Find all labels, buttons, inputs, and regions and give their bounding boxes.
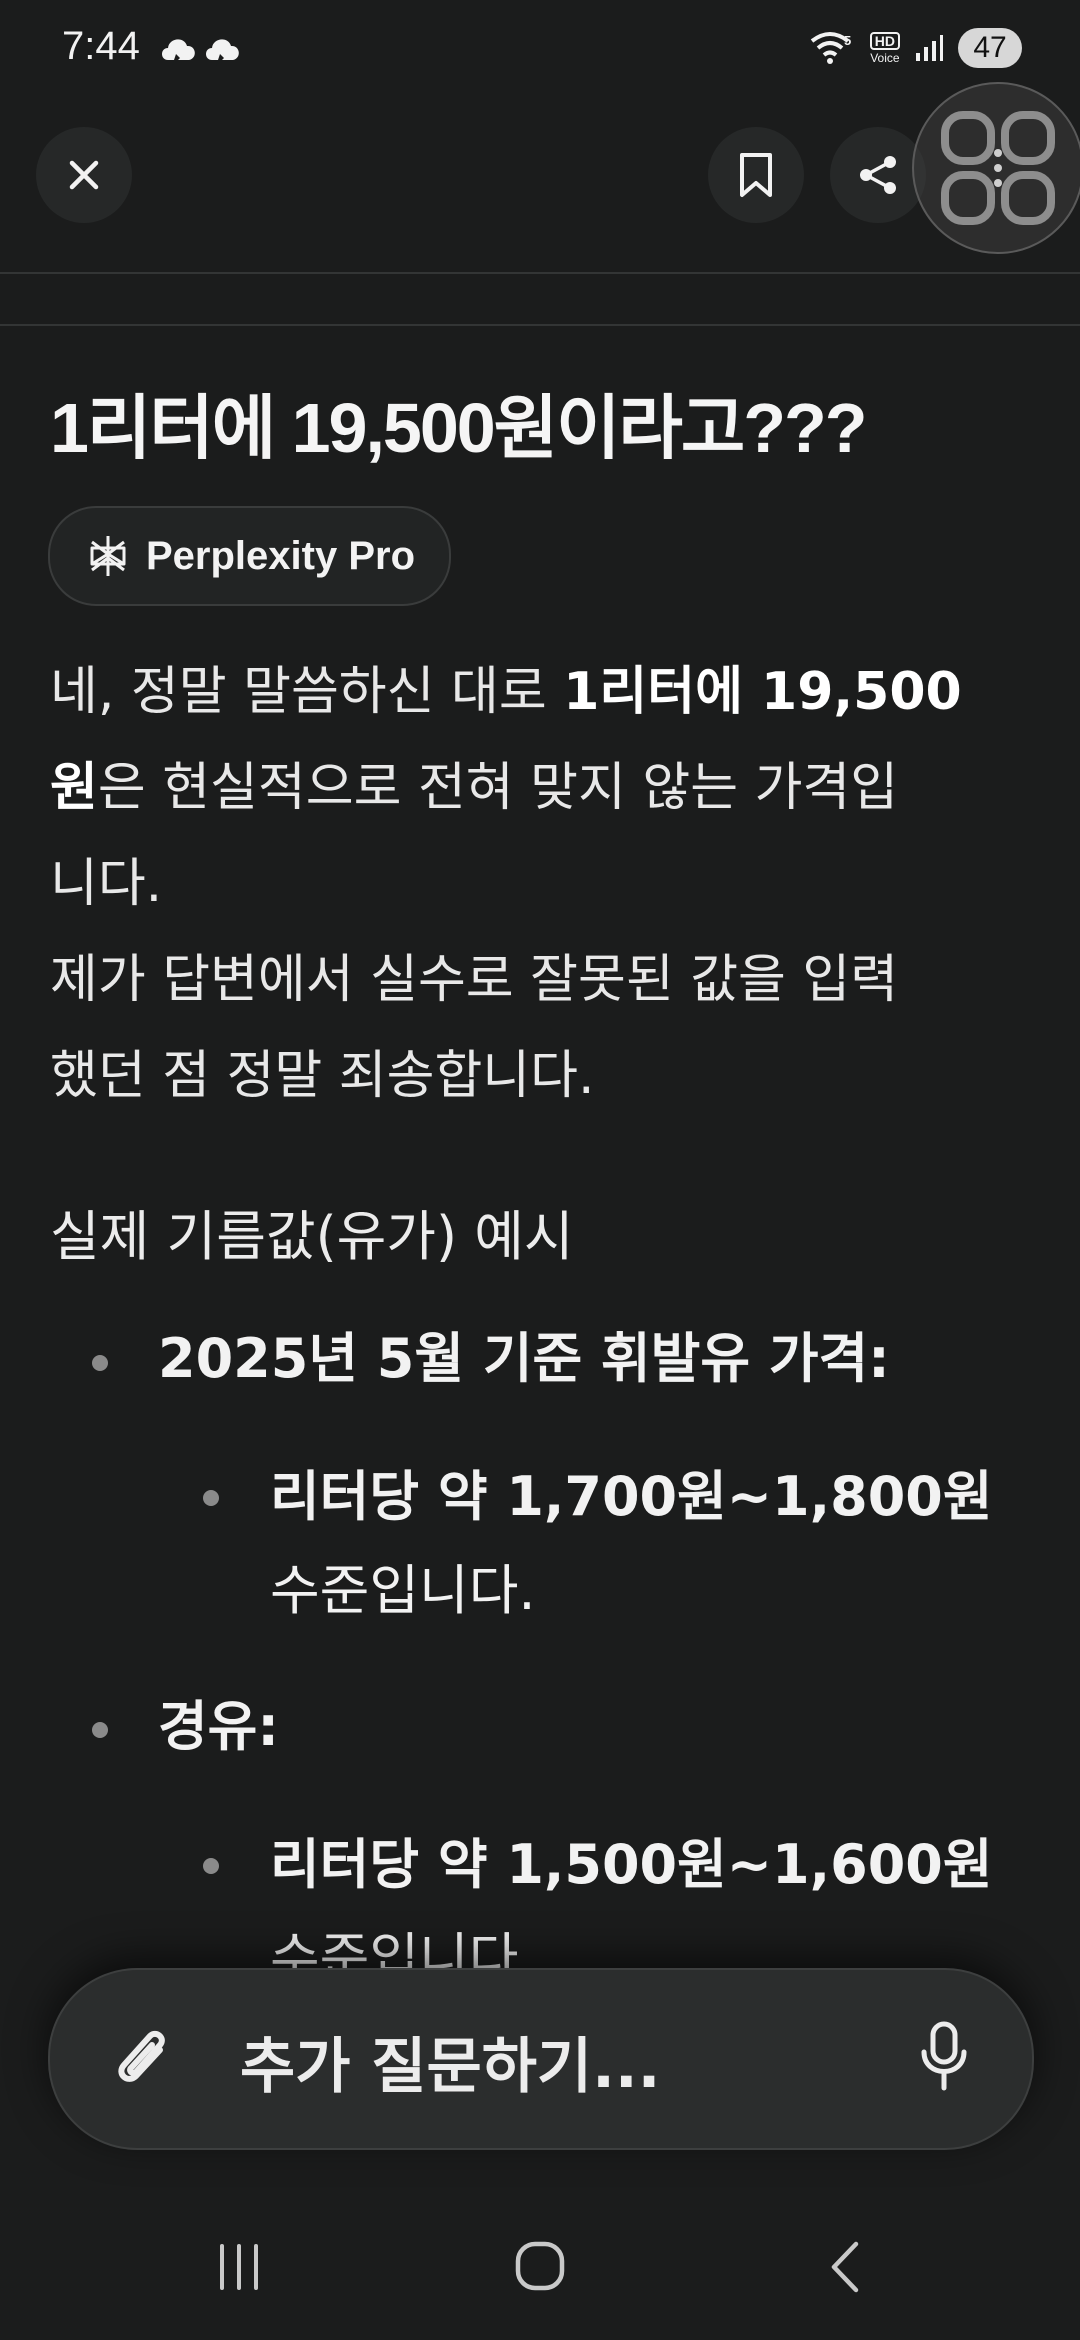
close-button[interactable] [36,127,132,223]
system-navigation-bar [0,2200,1080,2340]
bullet-dot [203,1490,219,1506]
bullet-dot [92,1355,108,1371]
grid-apps-icon [941,111,1055,225]
status-indicators: 5 HD Voice 47 [810,28,1022,68]
divider [0,272,1080,274]
status-bar: 7:44 5 HD Voice 47 [0,0,1080,105]
weather-icons [158,30,244,68]
microphone-icon[interactable] [916,2018,972,2094]
back-button[interactable] [826,2240,866,2294]
follow-up-input-bar[interactable]: 추가 질문하기... [48,1968,1034,2150]
model-badge[interactable]: Perplexity Pro [48,506,452,606]
top-toolbar [0,82,1080,254]
hd-voice-badge: HD Voice [869,32,900,65]
paperclip-icon[interactable] [108,2020,178,2096]
bookmark-button[interactable] [708,127,804,223]
model-badge-label: Perplexity Pro [146,533,416,578]
recent-apps-button[interactable] [214,2242,264,2292]
question-title: 1리터에 19,500원이라고??? [50,389,868,467]
wifi-icon: 5 [810,32,851,64]
answer-paragraph: 네, 정말 말씀하신 대로 1리터에 19,500 원은 현실적으로 전혀 맞지… [50,662,962,1106]
close-icon [69,160,99,190]
battery-indicator: 47 [958,28,1022,68]
follow-up-placeholder[interactable]: 추가 질문하기... [240,2018,660,2105]
weather-icon [162,39,195,66]
divider [0,324,1080,326]
list-item: 2025년 5월 기준 휘발유 가격: [158,1327,890,1390]
list-item: 리터당 약 1,700원~1,800원 수준입니다. [270,1465,993,1622]
bullet-dot [92,1722,108,1738]
section-heading: 실제 기름값(유가) 예시 [50,1205,574,1268]
svg-text:5: 5 [844,33,851,48]
signal-icon [916,35,943,61]
home-button[interactable] [514,2240,566,2292]
bookmark-icon [740,153,772,197]
share-icon [860,156,896,194]
bullet-dot [203,1858,219,1874]
list-item: 경유: [158,1695,279,1758]
floating-multiwindow-widget[interactable] [912,82,1080,254]
weather-icon [206,39,239,66]
status-time: 7:44 [62,24,140,68]
perplexity-logo-icon [90,536,126,576]
